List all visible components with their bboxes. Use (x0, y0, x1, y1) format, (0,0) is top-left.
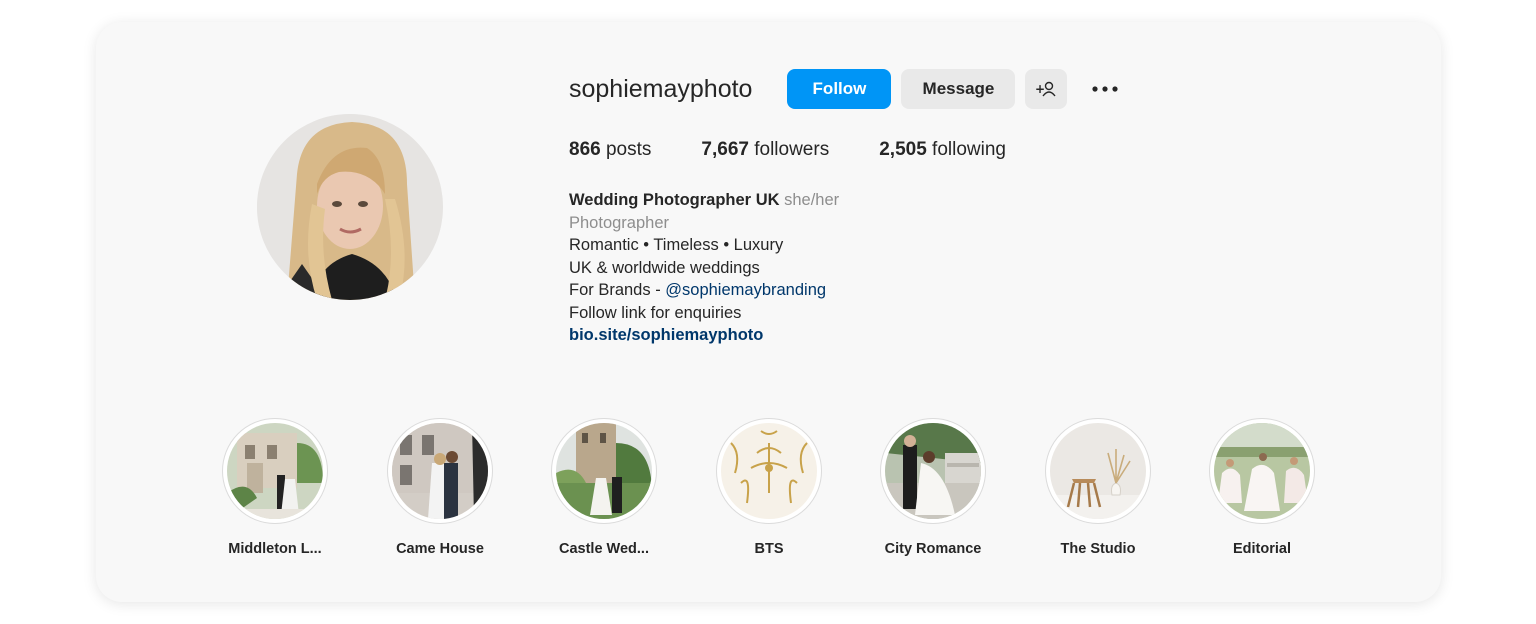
highlight-label: Came House (396, 541, 484, 557)
bio-line-3: For Brands - @sophiemaybranding (569, 279, 1127, 302)
followers-label: followers (754, 139, 830, 160)
username: sophiemayphoto (569, 74, 753, 103)
followers-stat[interactable]: 7,667 followers (701, 139, 829, 161)
profile-avatar[interactable] (257, 114, 443, 300)
highlight-label: Castle Wed... (559, 541, 649, 557)
following-stat[interactable]: 2,505 following (879, 139, 1006, 161)
highlight-thumbnail (1050, 423, 1146, 519)
following-count: 2,505 (879, 139, 927, 160)
posts-stat: 866 posts (569, 139, 651, 161)
bio-name: Wedding Photographer UK (569, 191, 780, 209)
more-options-button[interactable] (1083, 69, 1127, 109)
highlight-label: BTS (754, 541, 784, 557)
bio-line-4: Follow link for enquiries (569, 303, 742, 322)
highlight-label: The Studio (1060, 541, 1136, 557)
highlight-thumbnail (227, 423, 323, 519)
highlight-cover[interactable] (387, 418, 493, 524)
posts-count: 866 (569, 139, 601, 160)
highlight-item[interactable]: Middleton L... (210, 418, 340, 557)
bio-name-row: Wedding Photographer UK she/her (569, 189, 1127, 212)
profile-info: sophiemayphoto Follow Message + 866 post… (569, 69, 1127, 347)
profile-photo (257, 114, 443, 300)
highlight-cover[interactable] (551, 418, 657, 524)
bio-website-link[interactable]: bio.site/sophiemayphoto (569, 324, 1127, 347)
highlight-item[interactable]: The Studio (1033, 418, 1163, 557)
bio-line-3-prefix: For Brands - (569, 281, 666, 299)
svg-text:+: + (1035, 82, 1045, 96)
highlight-thumbnail (721, 423, 817, 519)
bio-line-2: UK & worldwide weddings (569, 258, 760, 277)
highlight-thumbnail (392, 423, 488, 519)
highlight-cover[interactable] (880, 418, 986, 524)
posts-label: posts (605, 139, 652, 160)
brand-mention-link[interactable]: @sophiemaybranding (665, 281, 826, 299)
highlight-item[interactable]: Editorial (1197, 418, 1327, 557)
highlight-label: Editorial (1232, 541, 1291, 557)
bio-line-1: Romantic • Timeless • Luxury (569, 236, 784, 254)
pronouns: she/her (784, 191, 840, 209)
add-person-icon: + (1035, 81, 1057, 97)
follow-button[interactable]: Follow (787, 69, 892, 109)
suggested-accounts-button[interactable]: + (1025, 69, 1068, 109)
highlight-cover[interactable] (1209, 418, 1315, 524)
highlight-thumbnail (1214, 423, 1310, 519)
message-button[interactable]: Message (901, 69, 1016, 109)
profile-stats: 866 posts 7,667 followers 2,505 followin… (569, 139, 1127, 161)
highlight-item[interactable]: City Romance (868, 418, 998, 557)
highlight-thumbnail (885, 423, 981, 519)
highlight-item[interactable]: Castle Wed... (539, 418, 669, 557)
profile-bio: Wedding Photographer UK she/her Photogra… (569, 189, 1127, 347)
following-label: following (932, 139, 1006, 160)
highlight-thumbnail (556, 423, 652, 519)
highlight-cover[interactable] (716, 418, 822, 524)
profile-card: sophiemayphoto Follow Message + 866 post… (96, 22, 1441, 602)
highlight-cover[interactable] (1045, 418, 1151, 524)
highlight-cover[interactable] (222, 418, 328, 524)
more-options-icon (1092, 86, 1119, 92)
highlight-item[interactable]: BTS (704, 418, 834, 557)
highlight-label: City Romance (884, 541, 982, 557)
profile-header: sophiemayphoto Follow Message + (569, 69, 1127, 109)
highlight-item[interactable]: Came House (375, 418, 505, 557)
followers-count: 7,667 (701, 139, 749, 160)
category-label: Photographer (569, 213, 669, 232)
highlight-label: Middleton L... (228, 541, 322, 557)
